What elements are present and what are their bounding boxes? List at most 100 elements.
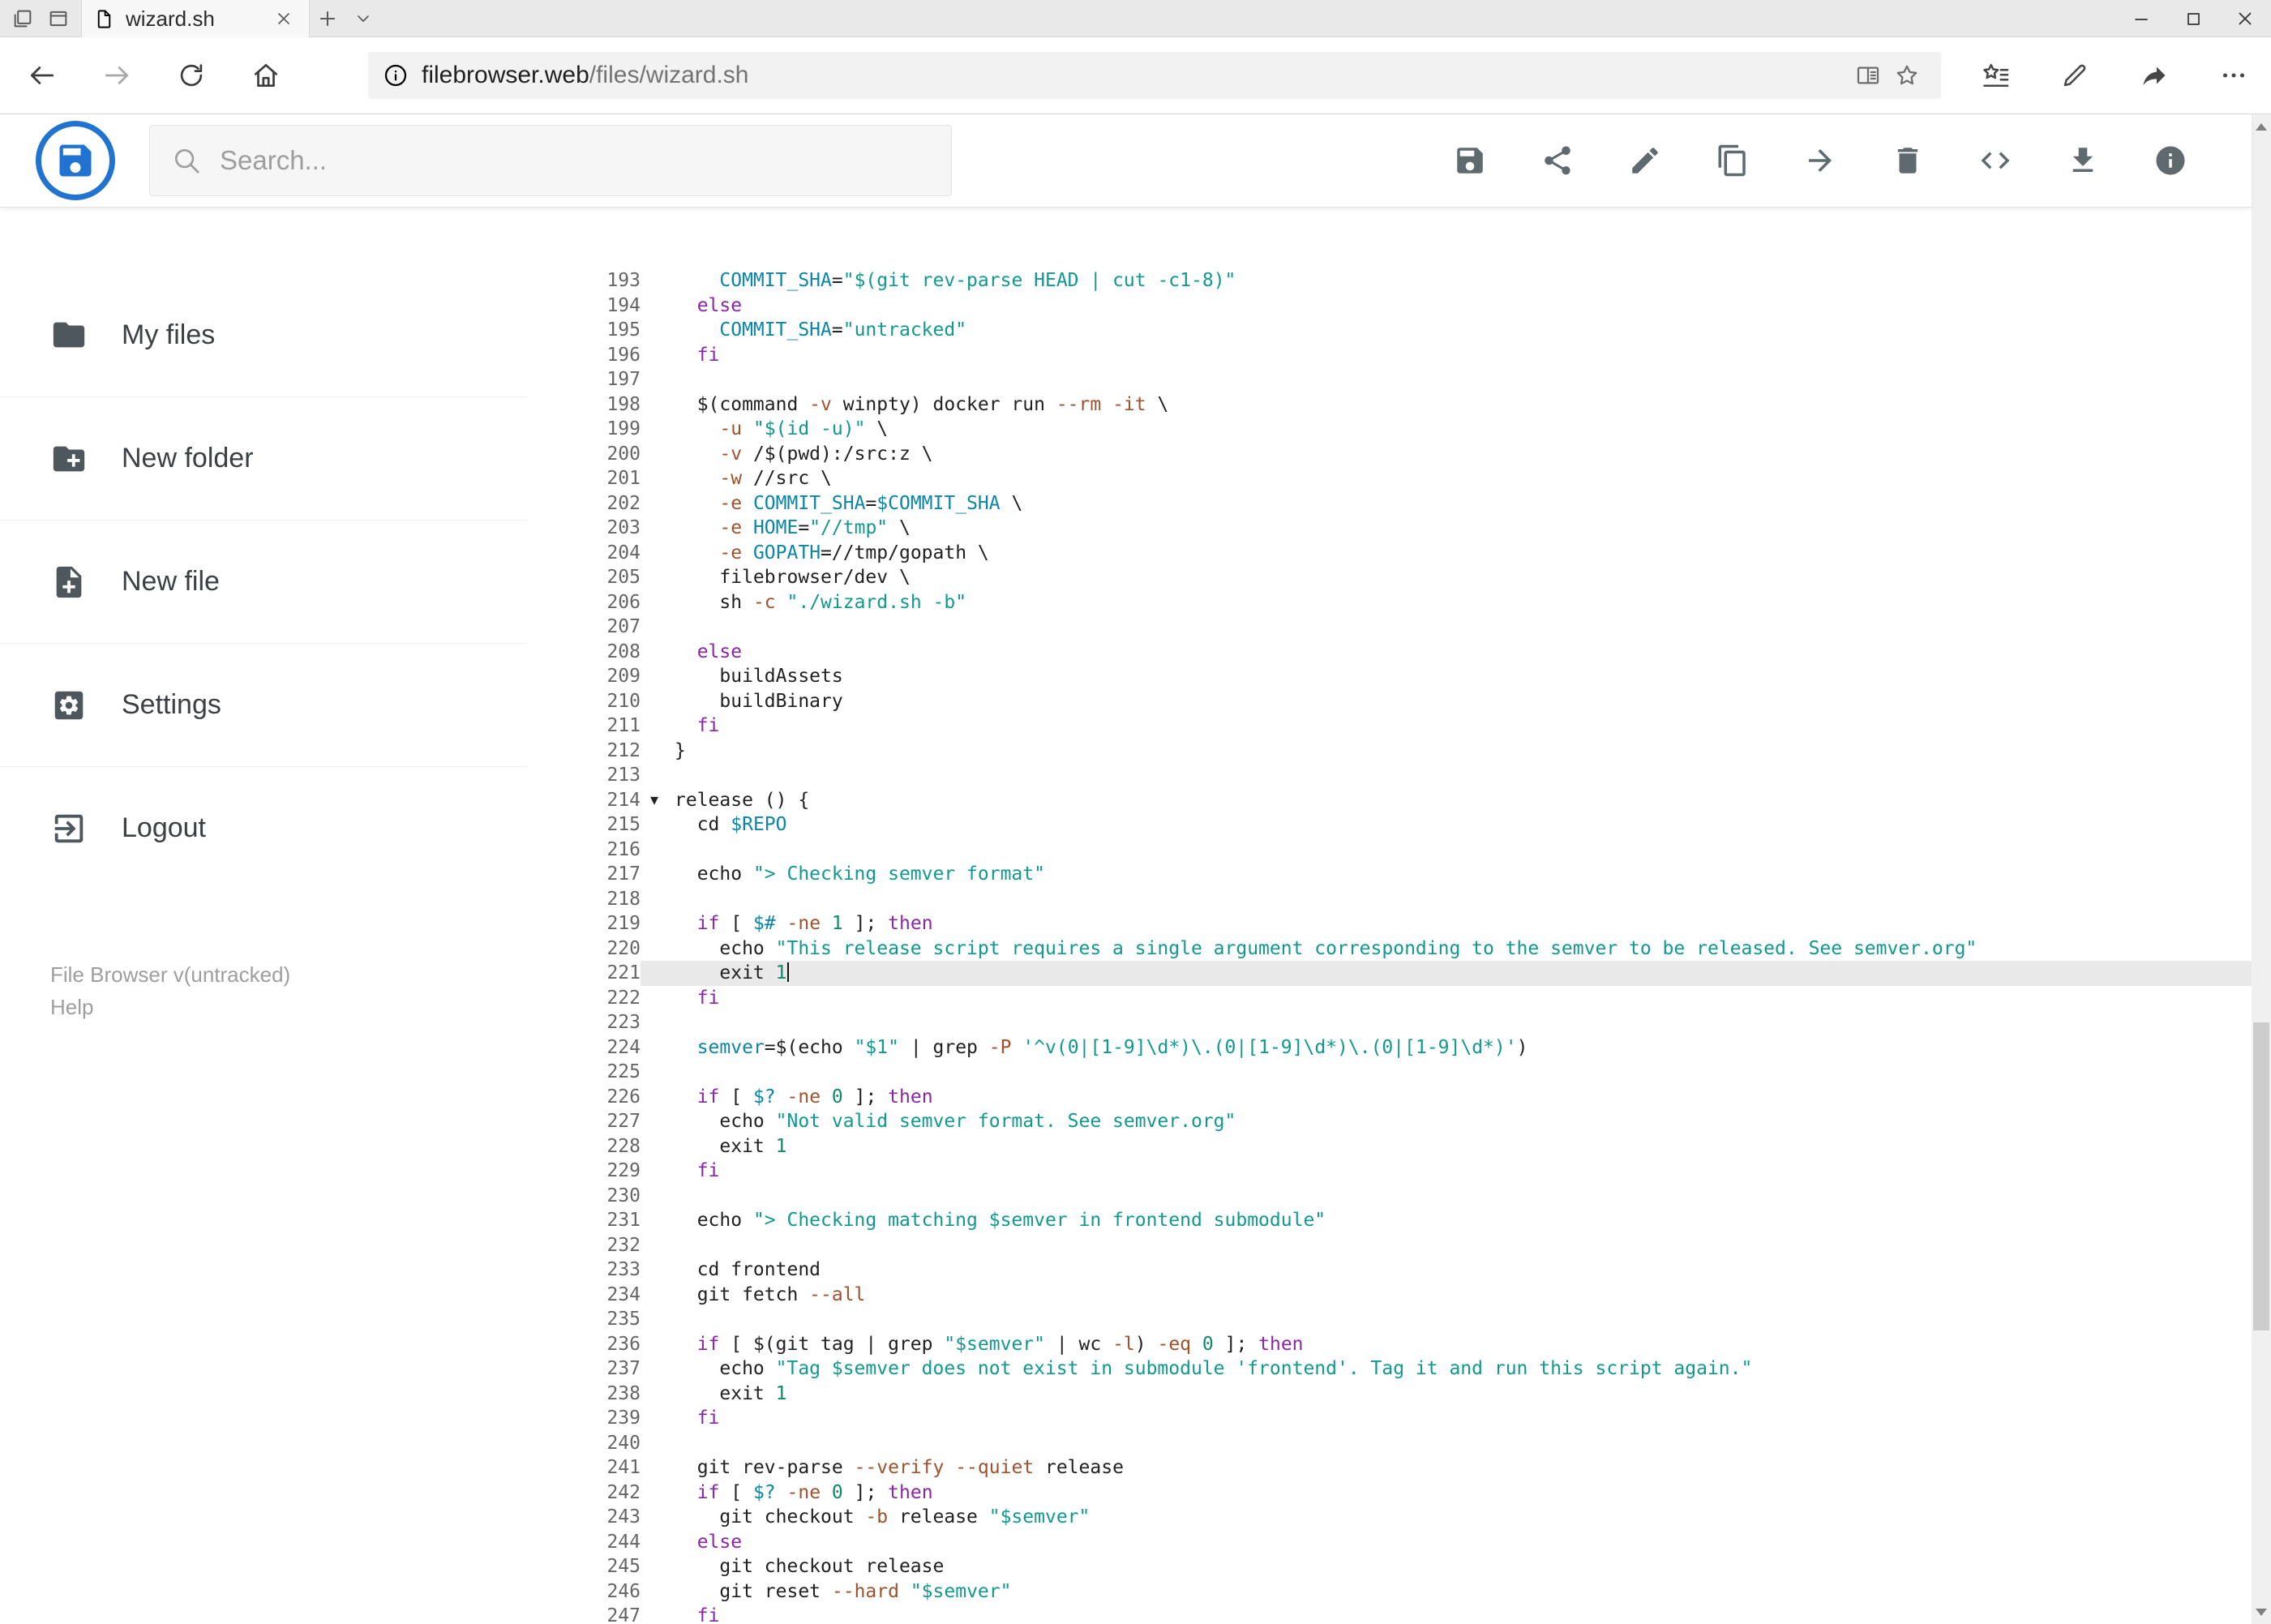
refresh-button[interactable] [174,49,209,101]
code-line-247[interactable]: 247 fi [527,1604,2252,1624]
code-line-242[interactable]: 242 if [ $? -ne 0 ]; then [527,1480,2252,1506]
fold-marker-icon[interactable]: ▾ [641,787,668,812]
search-input[interactable] [220,145,930,176]
address-bar[interactable]: filebrowser.web/files/wizard.sh [368,52,1941,99]
tab-list-chevron-button[interactable] [345,0,381,36]
code-line-227[interactable]: 227 echo "Not valid semver format. See s… [527,1109,2252,1134]
code-line-200[interactable]: 200 -v /$(pwd):/src:z \ [527,442,2252,467]
sidebar-item-settings[interactable]: Settings [0,643,527,766]
browser-tab-wizard[interactable]: wizard.sh [81,0,310,37]
code-line-207[interactable]: 207 [527,615,2252,640]
code-line-208[interactable]: 208 else [527,640,2252,665]
code-line-193[interactable]: 193 COMMIT_SHA="$(git rev-parse HEAD | c… [527,268,2252,294]
edit-button[interactable] [1627,143,1663,178]
window-maximize-button[interactable] [2167,0,2219,37]
tabs-set-aside-button[interactable] [5,0,41,36]
window-close-button[interactable] [2219,0,2271,37]
code-line-238[interactable]: 238 exit 1 [527,1382,2252,1407]
search-box[interactable] [149,125,952,196]
code-line-204[interactable]: 204 -e GOPATH=//tmp/gopath \ [527,541,2252,566]
code-line-234[interactable]: 234 git fetch --all [527,1283,2252,1308]
help-link[interactable]: Help [50,991,527,1023]
code-line-217[interactable]: 217 echo "> Checking semver format" [527,862,2252,887]
sidebar-item-my-files[interactable]: My files [0,273,527,396]
code-line-226[interactable]: 226 if [ $? -ne 0 ]; then [527,1085,2252,1110]
code-line-214[interactable]: 214 ▾ release () { [527,788,2252,813]
home-button[interactable] [248,49,284,101]
download-button[interactable] [2065,143,2101,178]
code-line-241[interactable]: 241 git rev-parse --verify --quiet relea… [527,1455,2252,1480]
code-line-212[interactable]: 212} [527,739,2252,764]
new-tab-button[interactable] [310,0,345,36]
move-button[interactable] [1802,143,1838,178]
sidebar-item-new-file[interactable]: New file [0,520,527,643]
code-line-197[interactable]: 197 [527,367,2252,392]
code-line-235[interactable]: 235 [527,1307,2252,1332]
forward-button[interactable] [99,49,135,101]
code-line-225[interactable]: 225 [527,1060,2252,1085]
code-line-196[interactable]: 196 fi [527,343,2252,368]
code-editor[interactable]: 193 COMMIT_SHA="$(git rev-parse HEAD | c… [527,208,2252,1624]
code-line-233[interactable]: 233 cd frontend [527,1258,2252,1283]
code-line-205[interactable]: 205 filebrowser/dev \ [527,565,2252,590]
copy-button[interactable] [1715,143,1750,178]
code-line-202[interactable]: 202 -e COMMIT_SHA=$COMMIT_SHA \ [527,491,2252,516]
scrollbar-thumb[interactable] [2253,1022,2269,1330]
tab-close-button[interactable] [270,0,298,37]
share-button[interactable] [1540,143,1575,178]
code-line-228[interactable]: 228 exit 1 [527,1134,2252,1159]
code-line-213[interactable]: 213 [527,763,2252,788]
code-line-219[interactable]: 219 if [ $# -ne 1 ]; then [527,911,2252,936]
sidebar-item-logout[interactable]: Logout [0,766,527,889]
code-line-245[interactable]: 245 git checkout release [527,1554,2252,1579]
code-line-231[interactable]: 231 echo "> Checking matching $semver in… [527,1208,2252,1233]
code-line-236[interactable]: 236 if [ $(git tag | grep "$semver" | wc… [527,1332,2252,1357]
reading-view-icon [1857,66,1879,84]
code-line-229[interactable]: 229 fi [527,1159,2252,1184]
code-line-194[interactable]: 194 else [527,294,2252,319]
code-line-244[interactable]: 244 else [527,1530,2252,1555]
reading-view-button[interactable] [1849,56,1888,95]
code-line-237[interactable]: 237 echo "Tag $semver does not exist in … [527,1356,2252,1382]
info-button[interactable] [2153,143,2188,178]
code-line-243[interactable]: 243 git checkout -b release "$semver" [527,1505,2252,1530]
page-scrollbar[interactable] [2252,114,2271,1624]
filebrowser-logo[interactable] [36,121,115,200]
code-line-221[interactable]: 221 exit 1 [527,961,2252,986]
code-line-199[interactable]: 199 -u "$(id -u)" \ [527,417,2252,442]
code-line-218[interactable]: 218 [527,887,2252,912]
delete-button[interactable] [1890,143,1926,178]
favorite-star-button[interactable] [1888,56,1926,95]
code-line-211[interactable]: 211 fi [527,713,2252,739]
favorites-hub-button[interactable] [1977,49,2013,101]
code-line-223[interactable]: 223 [527,1010,2252,1035]
code-line-230[interactable]: 230 [527,1184,2252,1209]
window-minimize-button[interactable] [2115,0,2167,37]
code-line-203[interactable]: 203 -e HOME="//tmp" \ [527,516,2252,541]
code-line-246[interactable]: 246 git reset --hard "$semver" [527,1579,2252,1605]
code-line-215[interactable]: 215 cd $REPO [527,812,2252,838]
share-page-button[interactable] [2136,49,2172,101]
tabs-preview-button[interactable] [41,0,76,36]
code-line-195[interactable]: 195 COMMIT_SHA="untracked" [527,318,2252,343]
code-line-206[interactable]: 206 sh -c "./wizard.sh -b" [527,590,2252,615]
code-line-224[interactable]: 224 semver=$(echo "$1" | grep -P '^v(0|[… [527,1035,2252,1061]
more-options-button[interactable] [2216,49,2252,101]
scrollbar-down-arrow[interactable] [2252,1600,2271,1624]
code-line-216[interactable]: 216 [527,838,2252,863]
code-button[interactable] [1977,143,2013,178]
back-button[interactable] [24,49,60,101]
code-line-222[interactable]: 222 fi [527,986,2252,1011]
code-line-239[interactable]: 239 fi [527,1406,2252,1431]
code-line-209[interactable]: 209 buildAssets [527,664,2252,689]
code-line-220[interactable]: 220 echo "This release script requires a… [527,936,2252,962]
code-line-210[interactable]: 210 buildBinary [527,689,2252,714]
sidebar-item-new-folder[interactable]: New folder [0,396,527,520]
scrollbar-up-arrow[interactable] [2252,114,2271,139]
code-line-201[interactable]: 201 -w //src \ [527,466,2252,491]
web-note-button[interactable] [2057,49,2093,101]
code-line-198[interactable]: 198 $(command -v winpty) docker run --rm… [527,392,2252,418]
code-line-232[interactable]: 232 [527,1233,2252,1258]
save-button[interactable] [1452,143,1488,178]
code-line-240[interactable]: 240 [527,1431,2252,1456]
